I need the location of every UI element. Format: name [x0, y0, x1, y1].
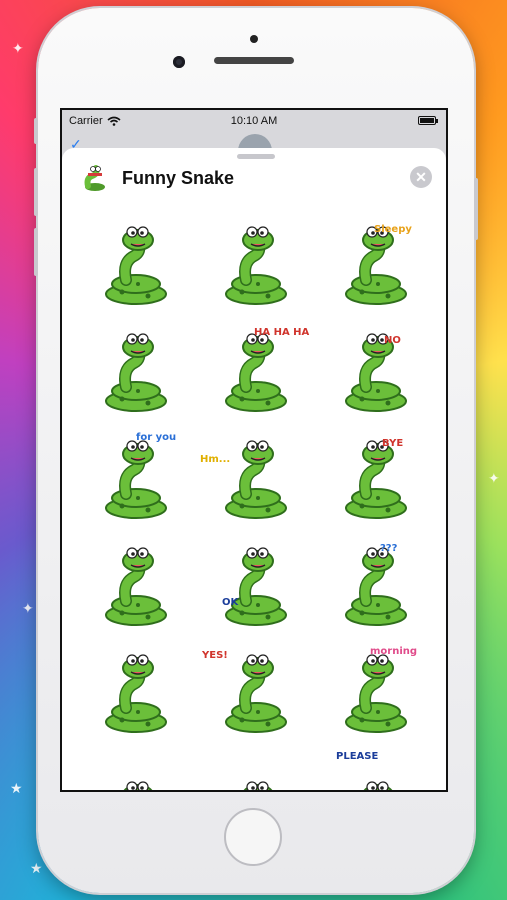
power-button: [474, 178, 478, 240]
sticker-ok[interactable]: OK: [196, 531, 316, 638]
snake-sticker-icon: [123, 780, 153, 790]
close-icon: ✕: [415, 168, 427, 185]
sparkle-icon: ★: [30, 860, 43, 876]
snake-sticker-icon: [105, 546, 167, 626]
home-button[interactable]: [224, 808, 282, 866]
snake-sticker-icon: [225, 546, 287, 626]
snake-sticker-icon: [345, 332, 407, 412]
sparkle-icon: ✦: [22, 600, 34, 616]
sticker-caption: OK: [222, 597, 239, 608]
sheet-title: Funny Snake: [122, 167, 235, 188]
snake-sticker-icon: [345, 653, 407, 733]
snake-sticker-icon: [105, 225, 167, 305]
front-camera: [173, 56, 185, 68]
snake-sticker-icon: [363, 780, 393, 790]
snake-sticker-icon: [225, 332, 287, 412]
sticker-partial-2[interactable]: [196, 745, 316, 790]
snake-sticker-icon: [105, 439, 167, 519]
sparkle-icon: ★: [10, 780, 23, 796]
sticker-hearts[interactable]: [76, 638, 196, 745]
snake-sticker-icon: [345, 546, 407, 626]
sticker-caption: YES!: [202, 650, 228, 661]
sticker-confused[interactable]: ???: [316, 531, 436, 638]
sparkle-icon: ✦: [488, 470, 500, 486]
phone-screen: Carrier 10:10 AM ✓ Funny Snake ✕ Sleepy …: [60, 108, 448, 792]
earpiece-speaker: [214, 57, 294, 64]
snake-sticker-icon: [225, 225, 287, 305]
sticker-caption: NO: [384, 335, 401, 346]
sticker-morning[interactable]: morning: [316, 638, 436, 745]
snake-sticker-icon: [225, 439, 287, 519]
mute-switch: [34, 118, 38, 144]
sticker-caption: HA HA HA: [254, 327, 310, 338]
sticker-caption: Sleepy: [374, 224, 412, 235]
close-button[interactable]: ✕: [410, 166, 432, 188]
sticker-yes[interactable]: YES!: [196, 638, 316, 745]
sticker-coiled-tired[interactable]: [76, 317, 196, 424]
sticker-studying[interactable]: [76, 531, 196, 638]
sticker-grid: Sleepy HA HA HA NO for you Hm... BYE OK …: [76, 210, 436, 790]
sticker-love-flower[interactable]: [76, 210, 196, 317]
sticker-bye[interactable]: BYE: [316, 424, 436, 531]
sticker-caption: PLEASE: [336, 751, 379, 762]
sticker-caption: BYE: [382, 438, 404, 449]
sticker-caption: for you: [136, 432, 177, 443]
snake-sticker-icon: [105, 653, 167, 733]
battery-icon: [418, 116, 438, 125]
sticker-hmm[interactable]: Hm...: [196, 424, 316, 531]
volume-up-button: [34, 168, 38, 216]
sticker-partial-1[interactable]: [76, 745, 196, 790]
sticker-sleepy[interactable]: Sleepy: [316, 210, 436, 317]
snake-sticker-icon: [105, 332, 167, 412]
sticker-sheet: Funny Snake ✕ Sleepy HA HA HA NO for you…: [62, 148, 446, 790]
sticker-caption: ???: [380, 543, 398, 554]
clock: 10:10 AM: [230, 115, 278, 127]
sparkle-icon: ✦: [12, 40, 24, 56]
snake-sticker-icon: [243, 780, 273, 790]
volume-down-button: [34, 228, 38, 276]
status-bar: Carrier 10:10 AM: [62, 110, 446, 132]
sticker-please[interactable]: PLEASE: [316, 745, 436, 790]
sheet-header: Funny Snake: [82, 164, 234, 192]
sheet-grabber[interactable]: [237, 154, 275, 159]
snake-sticker-icon: [345, 439, 407, 519]
proximity-sensor: [250, 35, 258, 43]
sticker-for-you-gift[interactable]: for you: [76, 424, 196, 531]
snake-app-icon: [84, 165, 105, 191]
sticker-caption: morning: [370, 646, 418, 657]
sticker-no[interactable]: NO: [316, 317, 436, 424]
sticker-nervous[interactable]: [196, 210, 316, 317]
sticker-laughing[interactable]: HA HA HA: [196, 317, 316, 424]
sticker-caption: Hm...: [200, 454, 231, 465]
